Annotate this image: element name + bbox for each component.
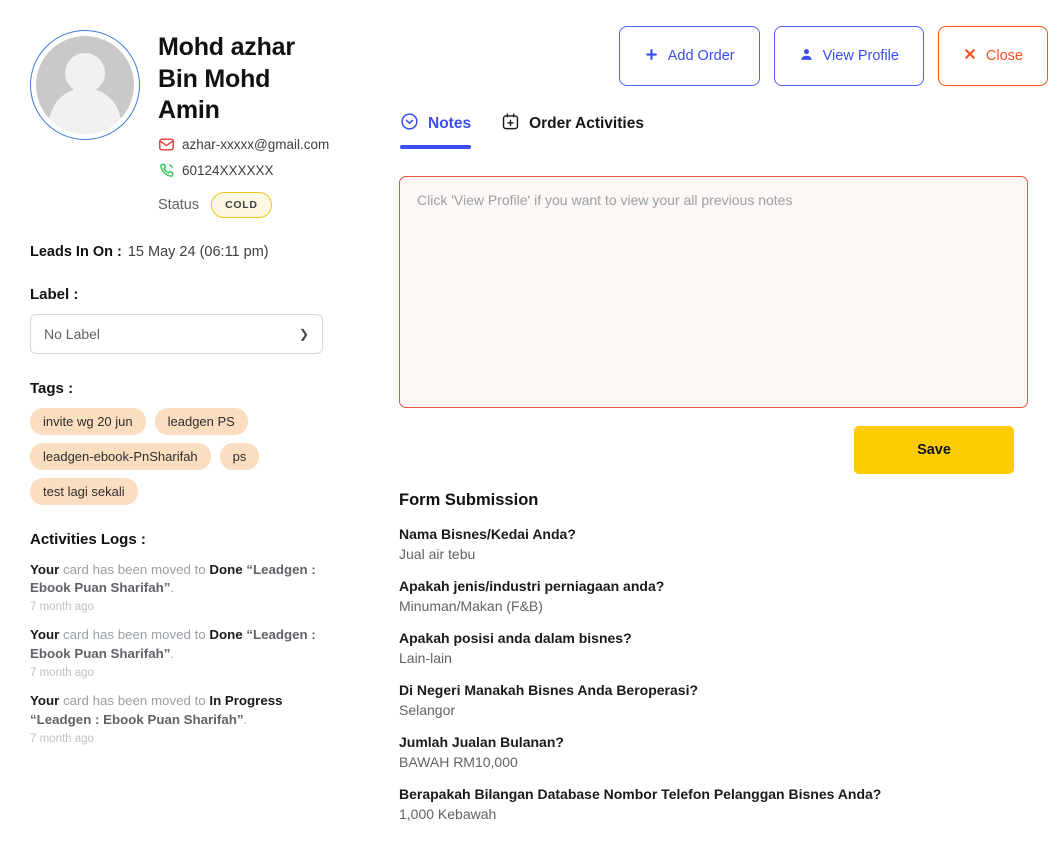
activity-log-time: 7 month ago — [30, 667, 94, 679]
tag-chip[interactable]: leadgen PS — [154, 407, 248, 435]
tag-chip[interactable]: ps — [219, 442, 260, 470]
tab-notes-label: Notes — [428, 115, 472, 132]
view-profile-button[interactable]: View Profile — [773, 26, 924, 86]
activity-log-text: Your card has been moved to Done “Leadge… — [30, 627, 316, 662]
activity-log-item: Your card has been moved to Done “Leadge… — [30, 561, 335, 614]
plus-icon — [644, 47, 659, 66]
activity-log-list: Your card has been moved to Done “Leadge… — [30, 561, 335, 745]
form-question: Jumlah Jualan Bulanan? — [399, 734, 564, 750]
form-submission-title: Form Submission — [399, 491, 539, 509]
form-submission-item: Berapakah Bilangan Database Nombor Telef… — [399, 786, 1039, 822]
activity-log-time: 7 month ago — [30, 601, 94, 614]
label-select[interactable]: No Label ❯ — [30, 313, 323, 354]
form-submission-item: Apakah posisi anda dalam bisnes? Lain-lai… — [399, 630, 1039, 666]
tag-chip[interactable]: leadgen-ebook-PnSharifah — [30, 442, 211, 470]
check-circle-icon — [400, 112, 419, 136]
label-section-title: Label : — [30, 285, 79, 303]
form-answer: BAWAH RM10,000 — [399, 754, 518, 770]
tab-bar: Notes Order Activities — [400, 112, 644, 149]
close-x-icon — [963, 47, 977, 65]
status-label: Status — [158, 196, 200, 213]
leads-in-on-value: 15 May 24 (06:11 pm) — [127, 243, 269, 260]
status-badge[interactable]: COLD — [211, 191, 272, 218]
form-question: Apakah posisi anda dalam bisnes? — [399, 630, 632, 646]
tag-chip[interactable]: test lagi sekali — [30, 477, 138, 505]
action-buttons: Add Order View Profile Close — [618, 26, 1048, 86]
activity-log-item: Your card has been moved to In Progress … — [30, 692, 335, 745]
form-submission-item: Nama Bisnes/Kedai Anda? Jual air tebu — [399, 526, 1039, 562]
tag-chip[interactable]: invite wg 20 jun — [30, 407, 146, 435]
form-answer: Jual air tebu — [399, 546, 476, 562]
activity-log-time: 7 month ago — [30, 732, 94, 745]
close-label: Close — [985, 48, 1023, 64]
form-answer: Lain-lain — [399, 650, 452, 666]
activity-log-text: Your card has been moved to In Progress … — [30, 693, 283, 727]
form-submission-list: Nama Bisnes/Kedai Anda? Jual air tebu Apak… — [399, 526, 1039, 822]
form-answer: Selangor — [399, 702, 456, 718]
activity-log-item: Your card has been moved to Done “Leadge… — [30, 626, 335, 679]
leads-in-on-row: Leads In On : 15 May 24 (06:11 pm) — [30, 244, 352, 260]
lead-summary-sidebar: Mohd azhar Bin Mohd Amin azhar-xxxxx@gma… — [0, 0, 380, 843]
calendar-plus-icon — [501, 112, 520, 136]
phone-icon — [158, 162, 175, 179]
lead-detail-panel: Mohd azhar Bin Mohd Amin azhar-xxxxx@gma… — [0, 0, 1060, 843]
activities-logs-title: Activities Logs : — [30, 530, 146, 548]
form-question: Di Negeri Manakah Bisnes Anda Beroperasi… — [399, 682, 699, 698]
chevron-down-icon: ❯ — [298, 326, 309, 341]
avatar — [30, 30, 140, 140]
email-row: azhar-xxxxx@gmail.com — [158, 136, 329, 153]
label-select-value: No Label — [44, 325, 101, 342]
save-button[interactable]: Save — [854, 426, 1014, 474]
activity-log-text: Your card has been moved to Done “Leadge… — [30, 561, 316, 596]
tab-order-activities[interactable]: Order Activities — [501, 112, 644, 149]
form-question: Berapakah Bilangan Database Nombor Telef… — [399, 786, 882, 802]
phone-value: 60124XXXXXX — [182, 162, 274, 178]
tab-order-activities-label: Order Activities — [529, 115, 644, 132]
add-order-button[interactable]: Add Order — [618, 26, 760, 86]
envelope-icon — [158, 136, 175, 153]
identity-block: Mohd azhar Bin Mohd Amin azhar-xxxxx@gma… — [158, 30, 329, 218]
form-answer: Minuman/Makan (F&B) — [399, 598, 543, 614]
profile-header: Mohd azhar Bin Mohd Amin azhar-xxxxx@gma… — [30, 30, 352, 218]
lead-detail-main: Add Order View Profile Close Notes Order… — [398, 0, 1060, 843]
add-order-label: Add Order — [667, 48, 735, 64]
view-profile-label: View Profile — [822, 48, 899, 64]
page-title: Mohd azhar Bin Mohd Amin — [158, 33, 295, 124]
phone-row: 60124XXXXXX — [158, 162, 329, 179]
leads-in-on-label: Leads In On : — [30, 243, 122, 260]
status-row: Status COLD — [158, 191, 329, 218]
form-submission-section: Form Submission Nama Bisnes/Kedai Anda? J… — [399, 491, 1039, 822]
user-avatar-placeholder-icon — [36, 36, 134, 134]
close-button[interactable]: Close — [937, 26, 1048, 86]
form-submission-item: Di Negeri Manakah Bisnes Anda Beroperasi… — [399, 682, 1039, 718]
person-icon — [799, 47, 814, 66]
tag-list: invite wg 20 jun leadgen PS leadgen-ebook-… — [30, 407, 330, 505]
form-question: Nama Bisnes/Kedai Anda? — [399, 526, 576, 542]
form-submission-item: Jumlah Jualan Bulanan? BAWAH RM10,000 — [399, 734, 1039, 770]
form-answer: 1,000 Kebawah — [399, 806, 497, 822]
form-submission-item: Apakah jenis/industri perniagaan anda? Mi… — [399, 578, 1039, 614]
tab-notes[interactable]: Notes — [400, 112, 472, 149]
notes-input[interactable] — [399, 176, 1028, 408]
tags-section-title: Tags : — [30, 379, 74, 397]
form-question: Apakah jenis/industri perniagaan anda? — [399, 578, 665, 594]
email-value: azhar-xxxxx@gmail.com — [182, 136, 330, 152]
